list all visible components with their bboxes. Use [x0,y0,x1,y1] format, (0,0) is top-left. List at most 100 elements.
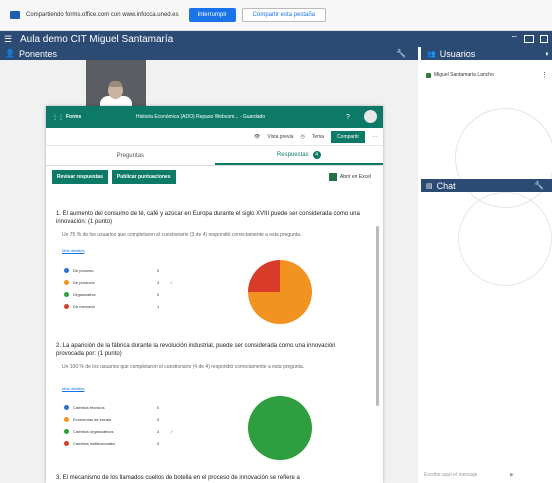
question-1-pie-chart [248,260,312,324]
stop-sharing-button[interactable]: Interrumpir [188,8,236,22]
option-count: 0 [157,416,160,422]
tab-responses-label: Respuestas [276,151,309,158]
user-list-item[interactable]: Miguel Santamaría Lancho ⋮ [426,70,548,80]
avatar[interactable] [364,110,377,123]
room-title: Aula demo CIT Miguel Santamaría [20,33,174,45]
share-status-text: Compartiendo forms.office.com con www.in… [26,12,179,18]
legend-dot [64,404,69,410]
option-label: Organizativa [73,291,96,297]
wifi-icon[interactable]: ⌔ [510,34,518,44]
legend-row: Cambios institucionales 0 [64,437,164,449]
legend-row: De mercado 1 [64,300,164,312]
legend-dot [64,428,69,434]
watermark-seal-inner [458,192,552,286]
excel-icon [328,173,337,181]
presenter-video[interactable] [86,60,146,107]
pie-slice-1 [248,260,280,292]
question-3-title: 3. El mecanismo de los llamados cuellos … [56,475,300,481]
legend-dot [64,279,69,285]
option-label: De producto [73,279,95,285]
question-1-summary: Un 75 % de los usuarios que completaron … [62,232,302,238]
share-tab-button[interactable]: Compartir esta pestaña [241,8,327,22]
chat-input[interactable]: Escribe aquí el mensaje [424,472,477,478]
option-count: 0 [157,404,160,410]
forms-brand: Forms [66,114,82,120]
user-name: Miguel Santamaría Lancho [434,72,494,78]
option-label: Cambios técnicos [73,404,105,410]
correct-check-icon: ✓ [170,279,174,285]
ponentes-settings-icon[interactable]: 🔧 [396,49,406,58]
legend-row: Economías de escala 0 [64,413,164,425]
option-count: 0 [157,291,160,297]
option-count: 0 [157,267,160,273]
user-icon [426,72,431,78]
forms-window: ⋮⋮ Forms Historia Económica (ADO) Repaso… [46,106,383,483]
chat-header: ▤ Chat 🔧 [421,179,552,192]
share-form-button[interactable]: Compartir [331,130,365,143]
option-label: Cambios institucionales [73,440,116,446]
help-icon[interactable]: ? [346,114,350,121]
option-label: De proceso [73,267,94,273]
forms-header: ⋮⋮ Forms Historia Económica (ADO) Repaso… [46,106,383,128]
chat-settings-icon[interactable]: 🔧 [534,181,544,190]
option-label: Cambios organizativos [73,428,114,434]
question-1-title: 1. El aumento del consumo de té, café y … [56,211,360,225]
option-count: 0 [157,440,160,446]
chat-icon: ▤ [426,182,433,190]
user-options-icon[interactable]: ⋮ [541,71,548,79]
legend-dot [64,291,69,297]
option-count: 1 [157,303,160,309]
question-2-summary: Un 100 % de los usuarios que completaron… [62,364,305,370]
layout-icon[interactable] [524,35,534,43]
question-1-details-link[interactable]: Más detalles [62,248,84,253]
open-excel-button[interactable]: Abrir en Excel [328,173,371,181]
review-answers-button[interactable]: Revisar respuestas [52,170,108,184]
theme-icon[interactable]: ◷ [300,134,304,140]
theme-button[interactable]: Tema [312,134,324,140]
legend-row: Cambios organizativos 4 ✓ [64,425,173,437]
preview-button[interactable]: Vista previa [267,134,293,140]
usuarios-header: 👥 Usuarios ◐ [421,47,552,60]
screen-share-icon [10,11,20,19]
legend-row: De proceso 0 [64,264,164,276]
chat-send-icon[interactable]: ▶ [510,472,514,478]
responses-actions: Revisar respuestas Publicar puntuaciones… [46,166,383,188]
question-2-legend: Cambios técnicos 0 Economías de escala 0 C… [64,401,173,449]
option-label: De mercado [73,303,95,309]
more-options-button[interactable]: ··· [372,134,377,140]
usuarios-title: Usuarios [439,48,476,59]
publish-scores-button[interactable]: Publicar puntuaciones [111,170,176,184]
legend-row: Cambios técnicos 0 [64,401,164,413]
usuarios-options-icon[interactable]: ◐ [545,49,550,58]
chat-title: Chat [436,180,456,191]
pie-slice-2 [248,396,312,460]
exit-icon[interactable] [540,35,548,43]
tab-responses[interactable]: Respuestas 4 [214,146,383,165]
ponentes-header: 👤 Ponentes 🔧 [0,47,418,60]
legend-row: De producto 3 ✓ [64,276,173,288]
tab-questions[interactable]: Preguntas [46,146,215,165]
option-count: 4 [157,428,160,434]
legend-dot [64,267,69,273]
app-launcher-icon[interactable]: ⋮⋮ [46,114,64,121]
ponentes-title: Ponentes [18,48,57,59]
preview-icon[interactable]: 👁 [254,134,260,140]
question-2-pie-chart [248,396,312,460]
question-2-details-link[interactable]: Más detalles [62,386,84,391]
open-excel-label: Abrir en Excel [339,174,371,180]
legend-dot [64,440,69,446]
presenter-hair [109,81,122,87]
forms-toolbar: 👁 Vista previa ◷ Tema Compartir ··· [46,128,383,146]
legend-dot [64,416,69,422]
forms-tabs: Preguntas Respuestas 4 [46,146,383,166]
responses-count-badge: 4 [312,150,321,159]
menu-icon[interactable]: ☰ [0,34,14,45]
question-2-title: 2. La aparición de la fábrica durante la… [56,343,336,357]
tab-questions-label: Preguntas [116,152,144,159]
screen-share-bar: Compartiendo forms.office.com con www.in… [0,0,552,31]
option-count: 3 [157,279,160,285]
legend-dot [64,303,69,309]
forms-scrollbar[interactable] [376,226,379,406]
question-1-legend: De proceso 0 De producto 3 ✓ Organizativa 0 … [64,264,173,312]
legend-row: Organizativa 0 [64,288,164,300]
